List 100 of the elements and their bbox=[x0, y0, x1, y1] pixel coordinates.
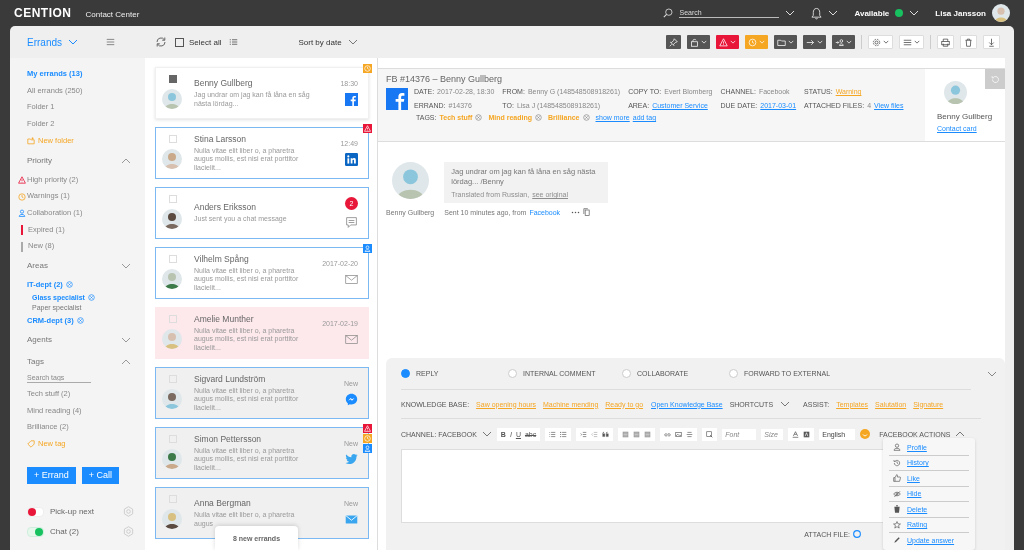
toggle-switch[interactable] bbox=[27, 506, 44, 517]
facebook-icon bbox=[345, 93, 358, 106]
bell-icon[interactable] bbox=[811, 6, 823, 20]
toolbar-button[interactable] bbox=[832, 35, 855, 49]
chevron-down-icon[interactable] bbox=[347, 39, 358, 45]
caret-icon bbox=[701, 40, 707, 44]
remove-icon[interactable] bbox=[475, 114, 483, 121]
list-icon[interactable] bbox=[229, 38, 239, 46]
toolbar-button[interactable] bbox=[687, 35, 710, 49]
toolbar-button[interactable] bbox=[983, 35, 1000, 49]
avatar bbox=[162, 89, 182, 109]
folder-plus-icon bbox=[27, 137, 35, 146]
toolbar-button[interactable] bbox=[868, 35, 893, 49]
pencil-icon bbox=[893, 536, 901, 545]
toggle-switch[interactable] bbox=[27, 526, 44, 537]
star-icon bbox=[893, 520, 901, 529]
radio-button[interactable] bbox=[729, 369, 738, 378]
insert-icon bbox=[706, 430, 714, 438]
envelope-icon bbox=[345, 333, 358, 346]
toolbar-button[interactable] bbox=[960, 35, 977, 49]
select-all-label[interactable]: Select all bbox=[189, 37, 222, 47]
caret-icon bbox=[817, 40, 823, 44]
toolbar-button[interactable] bbox=[803, 35, 826, 49]
refresh-icon[interactable] bbox=[155, 36, 167, 48]
caret-icon bbox=[759, 40, 765, 44]
customer-name: Anna Bergman bbox=[194, 498, 252, 508]
align-icon bbox=[644, 430, 652, 438]
create-button[interactable]: + Call bbox=[81, 466, 120, 484]
avatar bbox=[162, 209, 182, 229]
menu-icon[interactable] bbox=[106, 38, 115, 46]
view-selector[interactable]: Errands bbox=[27, 36, 62, 48]
sort-dropdown[interactable]: Sort by date bbox=[298, 37, 342, 47]
copy-icon[interactable] bbox=[583, 208, 591, 216]
avatar bbox=[162, 449, 182, 469]
chevron-down-icon[interactable] bbox=[481, 431, 492, 437]
bird-icon bbox=[345, 453, 358, 466]
caret-icon bbox=[914, 40, 920, 44]
chevron-up-icon[interactable] bbox=[121, 157, 131, 164]
avatar bbox=[162, 329, 182, 349]
customer-name: Benny Gullberg bbox=[194, 78, 254, 88]
assign-person-icon bbox=[835, 37, 844, 47]
chevron-up-icon[interactable] bbox=[955, 431, 966, 437]
toolbar-button[interactable] bbox=[937, 35, 954, 49]
remove-icon[interactable] bbox=[65, 281, 73, 289]
bullet-list-icon bbox=[560, 430, 568, 438]
pin-icon bbox=[669, 37, 678, 47]
paperclip-icon[interactable] bbox=[853, 530, 861, 538]
align-icon bbox=[633, 430, 641, 438]
emoji-icon[interactable] bbox=[860, 429, 871, 439]
caret-icon bbox=[846, 40, 852, 44]
app-subtitle: Contact Center bbox=[85, 10, 140, 19]
remove-icon[interactable] bbox=[535, 114, 542, 121]
section-heading[interactable]: Priority bbox=[27, 156, 52, 165]
errand-checkbox[interactable] bbox=[169, 75, 177, 83]
outdent-icon bbox=[591, 430, 599, 438]
avatar bbox=[162, 149, 182, 169]
toolbar-button[interactable] bbox=[774, 35, 797, 49]
avatar bbox=[162, 509, 182, 529]
radio-button[interactable] bbox=[622, 369, 631, 378]
create-button[interactable]: + Errand bbox=[27, 466, 76, 484]
user-name[interactable]: Lisa Jansson bbox=[935, 8, 986, 18]
numbered-list-icon bbox=[549, 430, 557, 438]
availability-status[interactable]: Available bbox=[854, 8, 890, 18]
person-icon bbox=[18, 209, 26, 218]
history-icon bbox=[893, 458, 901, 467]
toolbar-button[interactable] bbox=[899, 35, 924, 49]
section-heading[interactable]: Tags bbox=[27, 357, 44, 367]
remove-icon[interactable] bbox=[76, 317, 84, 325]
errand-title: FB #14376 – Benny Gullberg bbox=[386, 74, 504, 84]
hidden-eye-icon bbox=[893, 489, 901, 498]
quote-button[interactable] bbox=[600, 428, 612, 440]
thumbs-up-icon bbox=[893, 474, 901, 483]
messenger-icon bbox=[345, 393, 358, 406]
remove-icon[interactable] bbox=[87, 294, 95, 302]
person-icon bbox=[893, 443, 901, 452]
customer-name: Stina Larsson bbox=[194, 133, 247, 144]
section-heading[interactable]: Agents bbox=[27, 335, 52, 345]
caret-icon bbox=[883, 40, 889, 44]
radio-button[interactable] bbox=[401, 369, 410, 378]
contact-name: Benny Gullberg bbox=[936, 112, 993, 121]
printer-icon bbox=[941, 37, 950, 47]
logo: CENTION bbox=[14, 6, 72, 20]
warning-triangle-icon bbox=[18, 175, 26, 184]
chevron-down-icon[interactable] bbox=[780, 401, 791, 407]
radio-button[interactable] bbox=[508, 369, 517, 378]
toolbar-button[interactable] bbox=[716, 35, 739, 49]
customer-name: Amelie Munther bbox=[194, 313, 255, 324]
clock-icon bbox=[18, 192, 26, 201]
remove-icon[interactable] bbox=[582, 114, 590, 121]
highlight-icon bbox=[803, 430, 811, 438]
avatar bbox=[943, 81, 967, 104]
customer-name: Anders Eriksson bbox=[194, 202, 257, 213]
select-all-checkbox[interactable] bbox=[175, 37, 184, 47]
section-heading[interactable]: Areas bbox=[27, 261, 48, 271]
envelope-icon bbox=[345, 513, 358, 526]
lock-icon bbox=[690, 37, 699, 47]
caret-icon bbox=[788, 40, 794, 44]
customer-name: Sigvard Lundström bbox=[194, 373, 267, 384]
toolbar-button[interactable] bbox=[666, 35, 681, 49]
chevron-up-icon[interactable] bbox=[121, 358, 131, 365]
